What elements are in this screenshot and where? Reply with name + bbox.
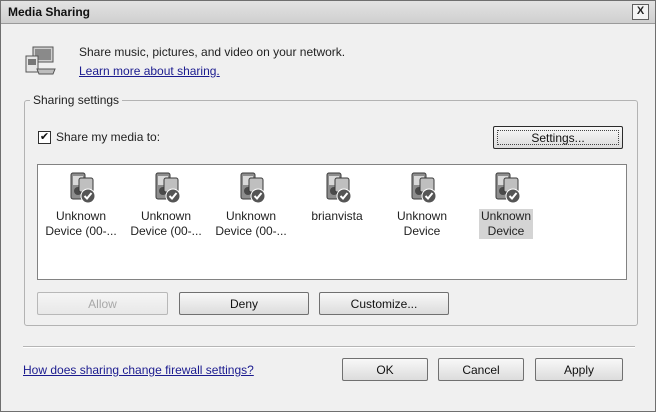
ok-button[interactable]: OK: [342, 358, 428, 381]
media-device-icon: [155, 172, 181, 204]
device-item[interactable]: Unknown Device (00-...: [38, 171, 124, 239]
device-item[interactable]: brianvista: [294, 171, 380, 224]
firewall-settings-link[interactable]: How does sharing change firewall setting…: [23, 363, 254, 377]
device-item[interactable]: Unknown Device (00-...: [123, 171, 209, 239]
close-button[interactable]: X: [632, 4, 649, 20]
title-bar[interactable]: Media Sharing X: [1, 1, 655, 24]
device-item[interactable]: Unknown Device: [379, 171, 465, 239]
media-device-icon: [240, 172, 266, 204]
learn-more-link[interactable]: Learn more about sharing.: [79, 64, 220, 78]
device-item-selected[interactable]: Unknown Device: [463, 171, 549, 239]
cancel-button[interactable]: Cancel: [438, 358, 524, 381]
apply-button[interactable]: Apply: [535, 358, 623, 381]
device-label: Unknown Device (00-...: [45, 209, 117, 238]
media-device-icon: [70, 172, 96, 204]
media-sharing-dialog: Media Sharing X Share music, pictures, a…: [0, 0, 656, 412]
media-device-icon: [411, 172, 437, 204]
media-device-icon: [495, 172, 521, 204]
share-media-label[interactable]: Share my media to:: [56, 130, 160, 144]
device-list[interactable]: Unknown Device (00-... Unknown Device (00-…: [37, 164, 627, 280]
settings-button-label: Settings...: [497, 130, 619, 145]
deny-button[interactable]: Deny: [179, 292, 309, 315]
media-sharing-icon: [25, 46, 56, 75]
allow-button[interactable]: Allow: [37, 292, 168, 315]
settings-button[interactable]: Settings...: [493, 126, 623, 149]
device-label: Unknown Device: [396, 209, 448, 238]
media-device-icon: [326, 172, 352, 204]
device-label: Unknown Device: [478, 209, 534, 239]
checkmark-icon: ✔: [39, 131, 50, 143]
device-label: Unknown Device (00-...: [215, 209, 287, 238]
device-label: Unknown Device (00-...: [130, 209, 202, 238]
device-item[interactable]: Unknown Device (00-...: [208, 171, 294, 239]
sharing-settings-label: Sharing settings: [30, 93, 123, 107]
share-media-checkbox[interactable]: ✔: [38, 131, 51, 144]
header-description: Share music, pictures, and video on your…: [79, 45, 346, 59]
separator: [23, 346, 635, 348]
window-title: Media Sharing: [8, 5, 91, 19]
customize-button[interactable]: Customize...: [319, 292, 449, 315]
device-label: brianvista: [311, 209, 363, 223]
close-icon: X: [636, 5, 645, 17]
